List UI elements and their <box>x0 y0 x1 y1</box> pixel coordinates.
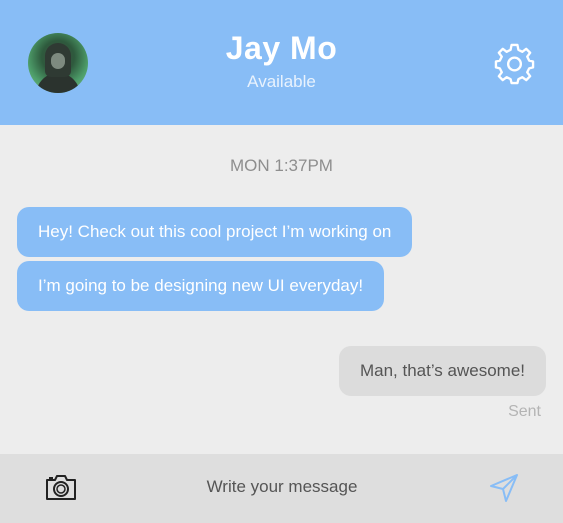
incoming-message-bubble[interactable]: Hey! Check out this cool project I’m wor… <box>17 207 413 257</box>
gear-icon <box>494 43 535 85</box>
contact-status: Available <box>247 72 316 91</box>
chat-header: Jay Mo Available <box>0 0 563 125</box>
settings-button[interactable] <box>493 42 536 85</box>
delivery-status: Sent <box>508 403 541 420</box>
send-button[interactable] <box>488 472 520 504</box>
camera-button[interactable] <box>45 474 77 501</box>
camera-icon <box>46 475 76 500</box>
message-input[interactable] <box>140 470 424 504</box>
message-timestamp: MON 1:37PM <box>230 156 333 175</box>
incoming-message-bubble[interactable]: I’m going to be designing new UI everyda… <box>17 261 385 311</box>
contact-name: Jay Mo <box>225 30 338 66</box>
send-icon <box>490 474 518 502</box>
outgoing-message-bubble[interactable]: Man, that’s awesome! <box>338 346 546 396</box>
